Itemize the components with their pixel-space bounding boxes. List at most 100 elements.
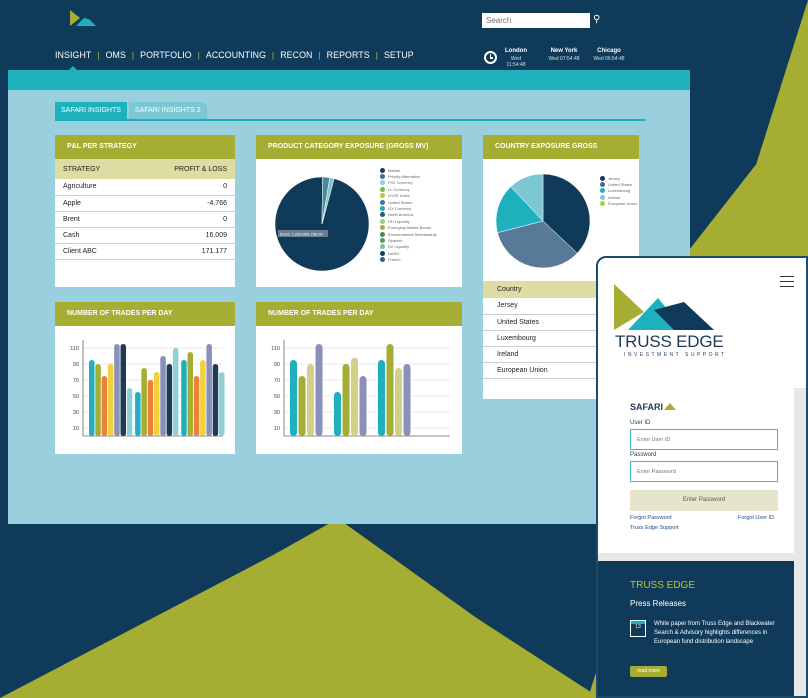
main-nav: INSIGHT | OMS | PORTFOLIO | ACCOUNTING | REC…	[55, 50, 414, 71]
press-brand: TRUSS EDGE	[630, 580, 696, 591]
bar[interactable]	[342, 364, 350, 436]
nav-recon[interactable]: RECON	[280, 50, 312, 60]
truss-edge-logo-icon	[614, 284, 714, 330]
bar[interactable]	[135, 392, 141, 436]
bar[interactable]	[181, 360, 187, 436]
login-button[interactable]: Enter Password	[630, 490, 778, 511]
card-title: NUMBER OF TRADES PER DAY	[256, 302, 462, 326]
product-legend: Market Priority Alternative FX2 Currency LL…	[380, 167, 437, 263]
legend-swatch	[380, 167, 385, 173]
bar[interactable]	[126, 388, 133, 436]
legend-label: RZ Liquidity	[388, 244, 410, 250]
nav-insight[interactable]: INSIGHT	[55, 50, 91, 71]
press-item-text[interactable]: White paper from Truss Edge and Blackwat…	[654, 620, 790, 647]
bar[interactable]	[298, 376, 306, 436]
y-tick-label: 50	[73, 394, 79, 400]
bar[interactable]	[315, 344, 323, 436]
bar[interactable]	[307, 364, 314, 436]
nav-reports[interactable]: REPORTS	[327, 50, 370, 60]
read-more-button[interactable]: read more	[630, 666, 667, 677]
bar[interactable]	[120, 344, 127, 436]
country-cell: Ireland	[483, 346, 585, 363]
legend-swatch	[600, 175, 605, 181]
y-tick-label: 30	[274, 410, 280, 416]
legend-swatch	[380, 225, 385, 231]
bar[interactable]	[395, 368, 402, 436]
tab-safari-insights[interactable]: SAFARI INSIGHTS	[55, 102, 127, 119]
bar[interactable]	[95, 364, 101, 436]
country-pie-chart[interactable]	[493, 171, 593, 271]
bar[interactable]	[154, 372, 160, 436]
bar[interactable]	[386, 344, 394, 436]
bar[interactable]	[290, 360, 297, 436]
tab-safari-insights-2[interactable]: SAFARI INSIGHTS 2	[128, 102, 207, 119]
legend-swatch	[380, 244, 385, 250]
password-input[interactable]	[630, 461, 778, 482]
bar[interactable]	[101, 376, 108, 436]
bar[interactable]	[206, 344, 212, 436]
table-row[interactable]: Agriculture 0	[55, 179, 235, 196]
bar[interactable]	[89, 360, 95, 436]
bar[interactable]	[172, 348, 179, 436]
bar[interactable]	[193, 376, 200, 436]
bar[interactable]	[107, 364, 114, 436]
table-row[interactable]: Apple -4.766	[55, 195, 235, 212]
legend-label: United States	[608, 182, 633, 188]
nav-accounting[interactable]: ACCOUNTING	[206, 50, 266, 60]
country-cell: Jersey	[483, 298, 585, 315]
clock-new-york: New York Wed 07:54:48	[548, 48, 580, 62]
pl-cell: 0	[133, 211, 235, 228]
trades-bar-chart-1[interactable]: 110 90 70 50 30 10	[59, 336, 227, 448]
clock-icon	[484, 51, 497, 64]
search-icon[interactable]: ⚲	[593, 13, 605, 27]
y-tick-label: 10	[274, 426, 280, 432]
bar[interactable]	[147, 380, 154, 436]
bar[interactable]	[114, 344, 120, 436]
bar[interactable]	[212, 364, 219, 436]
brand-tagline: INVESTMENT SUPPORT	[624, 352, 727, 358]
y-tick-label: 70	[274, 378, 280, 384]
table-row[interactable]: Client ABC 171.177	[55, 243, 235, 260]
legend-label: Spanish	[388, 237, 403, 243]
bar[interactable]	[160, 356, 166, 436]
nav-portfolio[interactable]: PORTFOLIO	[140, 50, 192, 60]
bar[interactable]	[334, 392, 341, 436]
column-header: PROFIT & LOSS	[133, 159, 235, 179]
legend-swatch	[380, 237, 385, 243]
press-releases-panel: TRUSS EDGE Press Releases 13 White paper…	[598, 561, 794, 696]
bar[interactable]	[359, 376, 367, 436]
bar[interactable]	[141, 368, 147, 436]
search-input[interactable]	[482, 13, 590, 28]
brand-name: TRUSS EDGE	[615, 332, 724, 351]
forgot-user-id-link[interactable]: Forgot User ID	[738, 515, 774, 521]
trades-bar-chart-2[interactable]: 110 90 70 50 30 10	[260, 336, 454, 448]
y-tick-label: 90	[274, 362, 280, 368]
user-id-input[interactable]	[630, 429, 778, 450]
nav-separator: |	[97, 50, 100, 60]
card-title: PRODUCT CATEGORY EXPOSURE (GROSS MV)	[256, 135, 462, 159]
bar[interactable]	[166, 364, 173, 436]
y-tick-label: 110	[271, 346, 280, 352]
support-link[interactable]: Truss Edge Support	[630, 525, 679, 531]
strategy-cell: Apple	[55, 195, 134, 212]
bar[interactable]	[187, 352, 194, 436]
legend-label: Emerging Market Bonds	[388, 225, 431, 231]
nav-oms[interactable]: OMS	[106, 50, 126, 60]
bar[interactable]	[200, 360, 206, 436]
bar[interactable]	[219, 372, 225, 436]
bar[interactable]	[403, 364, 411, 436]
bar[interactable]	[378, 360, 385, 436]
table-row[interactable]: Cash 16.009	[55, 227, 235, 244]
truss-edge-logo-icon[interactable]	[70, 8, 96, 28]
y-tick-label: 50	[274, 394, 280, 400]
mobile-login-device: TRUSS EDGE INVESTMENT SUPPORT SAFARI Use…	[596, 256, 808, 698]
pl-cell: -4.766	[133, 195, 235, 212]
table-row[interactable]: Brent 0	[55, 211, 235, 228]
column-header: STRATEGY	[55, 159, 134, 179]
nav-setup[interactable]: SETUP	[384, 50, 414, 60]
bar[interactable]	[351, 357, 358, 436]
menu-icon[interactable]	[780, 276, 794, 291]
product-pie-chart[interactable]: Bond: 1,234,065,789.00	[264, 163, 384, 285]
legend-label: FX2 Currency	[388, 180, 413, 186]
forgot-password-link[interactable]: Forgot Password	[630, 515, 672, 521]
